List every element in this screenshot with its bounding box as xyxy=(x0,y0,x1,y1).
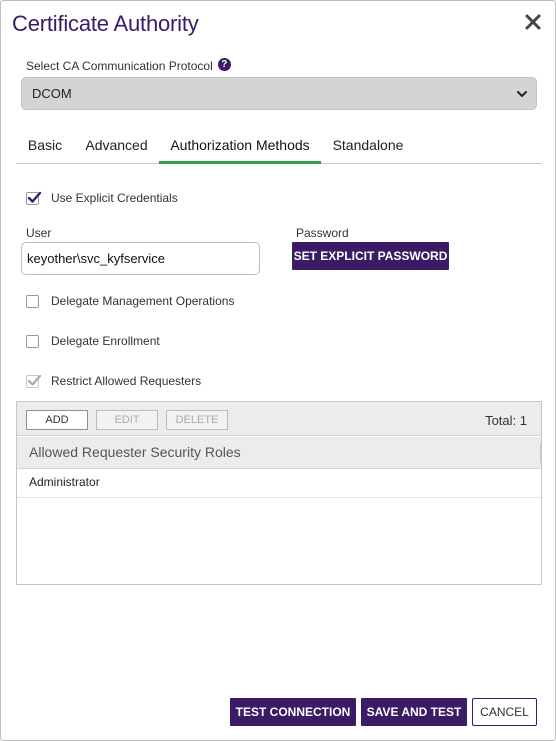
tab-bar: Basic Advanced Authorization Methods Sta… xyxy=(16,132,542,164)
table-row[interactable]: Administrator xyxy=(17,470,541,498)
delegate-enrollment-row: Delegate Enrollment xyxy=(26,334,160,348)
close-icon[interactable] xyxy=(523,12,543,32)
use-explicit-credentials-row: Use Explicit Credentials xyxy=(26,191,178,205)
tab-basic[interactable]: Basic xyxy=(16,132,74,163)
password-label: Password xyxy=(296,226,349,240)
user-input[interactable]: keyother\svc_kyfservice xyxy=(21,242,260,275)
cancel-button[interactable]: CANCEL xyxy=(472,698,537,726)
delegate-management-label: Delegate Management Operations xyxy=(51,294,235,308)
delete-button[interactable]: DELETE xyxy=(166,410,228,430)
help-icon[interactable]: ? xyxy=(217,57,231,71)
table-cell: Administrator xyxy=(29,475,100,489)
protocol-select[interactable]: DCOM xyxy=(21,77,537,110)
certificate-authority-dialog: Certificate Authority Select CA Communic… xyxy=(0,0,556,741)
add-button[interactable]: ADD xyxy=(26,410,88,430)
tab-standalone[interactable]: Standalone xyxy=(321,132,415,163)
use-explicit-credentials-checkbox[interactable] xyxy=(26,191,42,205)
requester-roles-grid: ADD EDIT DELETE Total: 1 Allowed Request… xyxy=(16,401,542,585)
column-header-label: Allowed Requester Security Roles xyxy=(29,444,241,460)
tab-advanced[interactable]: Advanced xyxy=(74,132,159,163)
save-and-test-button[interactable]: SAVE AND TEST xyxy=(361,698,467,726)
delegate-management-checkbox[interactable] xyxy=(26,294,39,308)
column-header-security-roles[interactable]: Allowed Requester Security Roles xyxy=(17,437,541,469)
delegate-enrollment-label: Delegate Enrollment xyxy=(51,334,160,348)
restrict-requesters-label: Restrict Allowed Requesters xyxy=(51,374,202,388)
tab-authorization-methods[interactable]: Authorization Methods xyxy=(159,132,321,164)
user-label: User xyxy=(26,226,52,240)
protocol-label-text: Select CA Communication Protocol xyxy=(26,59,213,73)
dialog-title: Certificate Authority xyxy=(12,11,199,36)
column-separator xyxy=(540,443,541,463)
protocol-label: Select CA Communication Protocol ? xyxy=(26,57,231,73)
grid-toolbar: ADD EDIT DELETE Total: 1 xyxy=(17,402,541,436)
use-explicit-credentials-label: Use Explicit Credentials xyxy=(51,191,178,205)
set-explicit-password-button[interactable]: SET EXPLICIT PASSWORD xyxy=(292,242,449,270)
delegate-management-row: Delegate Management Operations xyxy=(26,294,234,308)
edit-button[interactable]: EDIT xyxy=(96,410,158,430)
restrict-requesters-checkbox[interactable] xyxy=(26,374,42,388)
delegate-enrollment-checkbox[interactable] xyxy=(26,334,39,348)
user-input-value: keyother\svc_kyfservice xyxy=(27,251,165,266)
restrict-requesters-row: Restrict Allowed Requesters xyxy=(26,374,201,388)
protocol-selected-value: DCOM xyxy=(32,86,72,101)
chevron-down-icon xyxy=(516,88,528,100)
total-count: Total: 1 xyxy=(485,413,527,428)
test-connection-button[interactable]: TEST CONNECTION xyxy=(230,698,356,726)
